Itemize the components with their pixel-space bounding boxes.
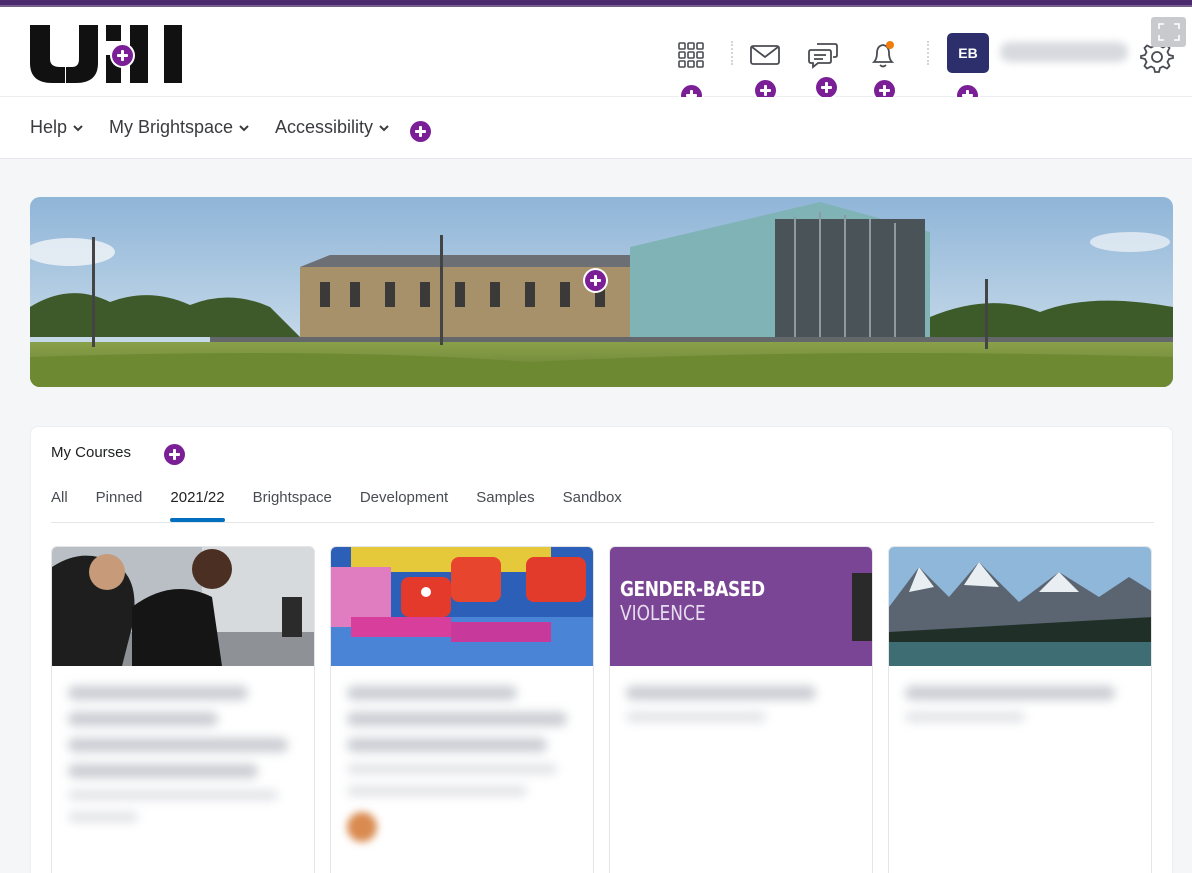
course-card-body-blurred — [610, 666, 872, 754]
fullscreen-icon[interactable] — [1151, 17, 1186, 47]
header-divider — [731, 41, 733, 65]
avatar-blurred — [347, 812, 377, 842]
nav-label: Help — [30, 117, 68, 137]
hotspot-marker-nav[interactable] — [410, 121, 431, 142]
chevron-down-icon — [73, 124, 83, 131]
logo[interactable] — [30, 25, 190, 83]
top-border — [0, 0, 1192, 7]
navbar: Help My Brightspace Accessibility — [0, 97, 1192, 159]
course-card[interactable] — [888, 546, 1152, 873]
username-blurred[interactable] — [1000, 42, 1128, 62]
hotspot-marker-chat[interactable] — [816, 77, 837, 98]
tab-all[interactable]: All — [51, 489, 68, 519]
course-image-banner: GENDER-BASED VIOLENCE — [610, 547, 872, 666]
tab-brightspace[interactable]: Brightspace — [253, 489, 332, 519]
hotspot-marker-logo[interactable] — [112, 45, 133, 66]
course-tabs: All Pinned 2021/22 Brightspace Developme… — [51, 489, 650, 525]
my-courses-widget: My Courses All Pinned 2021/22 Brightspac… — [30, 426, 1173, 873]
avatar[interactable]: EB — [947, 33, 989, 73]
header-divider — [927, 41, 929, 65]
chevron-down-icon — [379, 124, 389, 131]
tab-2021-22[interactable]: 2021/22 — [170, 489, 225, 522]
course-card-body-blurred — [52, 666, 314, 854]
hotspot-marker-courses[interactable] — [164, 444, 185, 465]
chevron-down-icon — [239, 124, 249, 131]
tab-samples[interactable]: Samples — [476, 489, 534, 519]
nav-label: My Brightspace — [109, 117, 234, 137]
nav-my-brightspace[interactable]: My Brightspace — [109, 117, 249, 138]
waffle-menu-icon[interactable] — [676, 40, 706, 70]
nav-accessibility[interactable]: Accessibility — [275, 117, 389, 138]
course-card-body-blurred — [889, 666, 1151, 754]
hotspot-marker-hero[interactable] — [585, 270, 606, 291]
nav-label: Accessibility — [275, 117, 374, 137]
widget-title: My Courses — [51, 444, 132, 461]
bell-icon[interactable] — [868, 40, 898, 70]
mail-icon[interactable] — [750, 40, 780, 70]
course-image-mountain — [889, 547, 1151, 666]
course-image-workshop — [52, 547, 314, 666]
course-card[interactable] — [51, 546, 315, 873]
nav-help[interactable]: Help — [30, 117, 83, 138]
course-card[interactable]: GENDER-BASED VIOLENCE — [609, 546, 873, 873]
banner-line2: VIOLENCE — [620, 601, 706, 625]
course-card[interactable] — [330, 546, 594, 873]
course-image-craft — [331, 547, 593, 666]
course-card-body-blurred — [331, 666, 593, 862]
banner-side-graphic — [852, 573, 872, 641]
chat-icon[interactable] — [808, 40, 838, 70]
tabs-divider — [51, 522, 1154, 523]
banner-line1: GENDER-BASED — [620, 577, 765, 601]
tab-pinned[interactable]: Pinned — [96, 489, 143, 519]
tab-sandbox[interactable]: Sandbox — [563, 489, 622, 519]
header: EB — [0, 7, 1192, 106]
hero-banner-image — [30, 197, 1173, 387]
tab-development[interactable]: Development — [360, 489, 448, 519]
